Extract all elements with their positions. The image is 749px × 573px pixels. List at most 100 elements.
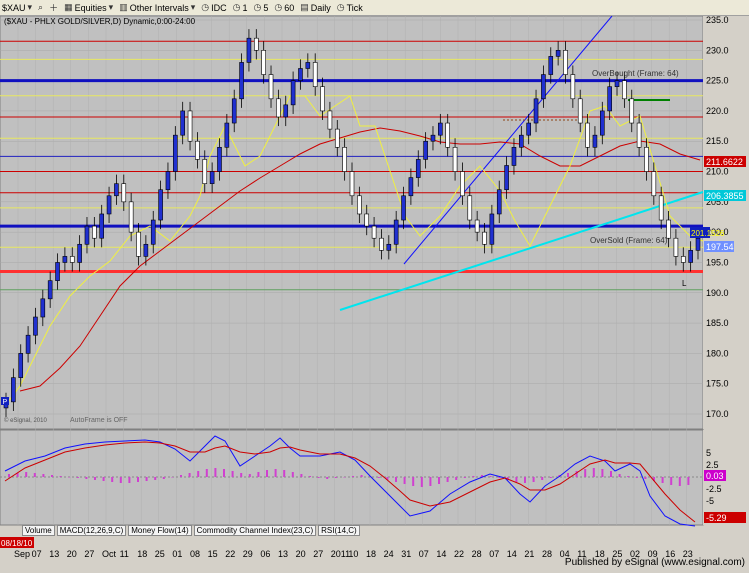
indicator-tabs: Volume MACD(12,26,9,C) Money Flow(14) Commo…	[0, 525, 360, 536]
macd-hist-bar	[420, 477, 423, 487]
search-icon: ⌕	[38, 2, 44, 12]
x-axis-label: 10	[348, 549, 358, 559]
indicator-tab[interactable]: RSI(14,C)	[318, 525, 360, 536]
candle-body	[55, 262, 60, 281]
idc-button[interactable]: ◷ IDC	[201, 2, 226, 13]
macd-axis-label: -2.5	[706, 484, 722, 494]
candle-body	[40, 298, 46, 318]
macd-hist-bar	[532, 477, 535, 482]
candle-body	[408, 177, 414, 197]
macd-hist-bar	[627, 476, 630, 477]
interval-60-button[interactable]: ◷ 60	[274, 2, 294, 13]
tick-label: Tick	[346, 2, 363, 13]
macd-hist-bar	[360, 475, 363, 477]
x-axis-label: 18	[366, 549, 376, 559]
badge-cyan-text: 206.3855	[706, 191, 744, 201]
macd-hist-bar	[266, 470, 268, 477]
x-axis-label: 07	[32, 549, 42, 559]
macd-hist-bar	[248, 474, 251, 477]
macd-axis-label: -5	[706, 496, 714, 506]
indicator-tab[interactable]: Volume	[22, 525, 55, 536]
add-button[interactable]: ＋	[49, 1, 58, 14]
price-axis-label: 210.0	[706, 167, 729, 177]
candle-body	[401, 195, 406, 221]
macd-hist-bar	[644, 477, 647, 479]
candle-body	[592, 134, 598, 148]
x-axis-label: 01	[172, 549, 182, 559]
macd-hist-bar	[377, 477, 380, 478]
macd-axis-label: 2.5	[706, 460, 719, 470]
candle-body	[577, 98, 583, 124]
macd-hist-bar	[94, 477, 96, 480]
macd-hist-bar	[85, 477, 88, 479]
candle-body	[224, 122, 230, 148]
toolbar: $XAU ▾ ⌕ ＋ ▦ Equities ▾ ▥ Other Interval…	[0, 0, 749, 16]
candle-body	[290, 80, 296, 106]
candle-body	[474, 219, 480, 233]
macd-hist-bar	[223, 469, 225, 477]
badge-light-blue-text: 197.54	[706, 242, 734, 252]
macd-hist-bar	[317, 477, 320, 478]
macd-hist-bar	[334, 477, 337, 478]
x-axis-label: 20	[296, 549, 306, 559]
x-axis-label: 29	[243, 549, 253, 559]
equities-menu[interactable]: ▦ Equities ▾	[64, 2, 113, 13]
x-axis-label: 11	[120, 549, 129, 559]
overbought-label: OverBought (Frame: 64)	[592, 69, 679, 78]
candle-body	[18, 353, 24, 378]
macd-hist-bar	[111, 477, 114, 482]
tick-button[interactable]: ◷ Tick	[337, 2, 363, 13]
candle-body	[25, 334, 31, 354]
badge-macd-red-text: -5.29	[706, 513, 727, 523]
copyright-label: © eSignal, 2010	[4, 417, 47, 424]
x-axis-label: Oct	[102, 549, 117, 559]
candle-body	[489, 213, 495, 245]
badge-blue-text: 201.1526	[691, 229, 725, 238]
indicator-tab[interactable]: Commodity Channel Index(23,C)	[193, 525, 317, 536]
x-axis-label: 15	[208, 549, 218, 559]
macd-hist-bar	[51, 475, 53, 477]
candle-body	[423, 140, 428, 160]
candle-body	[305, 62, 311, 69]
equities-label: Equities	[74, 2, 107, 13]
indicator-tab[interactable]: MACD(12,26,9,C)	[56, 525, 127, 536]
candle-body	[533, 98, 539, 124]
candle-body	[393, 219, 399, 245]
candle-body	[519, 134, 524, 148]
clock-icon: ◷	[336, 2, 345, 12]
x-axis-label: 13	[49, 549, 59, 559]
macd-hist-bar	[188, 473, 191, 477]
macd-hist-bar	[291, 472, 294, 477]
candle-body	[563, 50, 568, 75]
chart-svg: P L OverBought (Frame: 64) OverSold (Fra…	[0, 15, 749, 570]
candle-body	[445, 122, 451, 148]
x-axis-label: 20	[67, 549, 77, 559]
candle-body	[496, 189, 502, 215]
macd-hist-bar	[162, 477, 165, 479]
interval-1-button[interactable]: ◷ 1	[233, 2, 248, 13]
candle-body	[180, 110, 185, 136]
candle-body	[158, 189, 163, 221]
macd-hist-bar	[352, 476, 354, 477]
chart-title: ($XAU - PHLX GOLD/SILVER,D) Dynamic,0:00…	[4, 17, 196, 26]
candle-body	[298, 68, 303, 81]
x-axis-label: 27	[313, 549, 323, 559]
candle-body	[121, 183, 127, 203]
candle-body	[92, 225, 97, 239]
symbol-field[interactable]: $XAU ▾	[2, 2, 32, 13]
candle-body	[128, 201, 134, 233]
macd-hist-bar	[446, 477, 449, 482]
badge-red-text: 211.6622	[706, 157, 743, 167]
candle-body	[636, 122, 642, 148]
other-intervals-menu[interactable]: ▥ Other Intervals ▾	[119, 2, 195, 13]
interval-5-button[interactable]: ◷ 5	[254, 2, 269, 13]
macd-hist-bar	[300, 474, 303, 477]
macd-hist-bar	[128, 477, 131, 483]
macd-hist-bar	[119, 477, 122, 483]
macd-hist-bar	[472, 476, 475, 477]
macd-hist-bar	[240, 473, 243, 477]
indicator-tab[interactable]: Money Flow(14)	[128, 525, 192, 536]
candle-body	[349, 171, 355, 197]
daily-button[interactable]: ▤ Daily	[300, 2, 331, 13]
search-button[interactable]: ⌕	[38, 2, 43, 13]
